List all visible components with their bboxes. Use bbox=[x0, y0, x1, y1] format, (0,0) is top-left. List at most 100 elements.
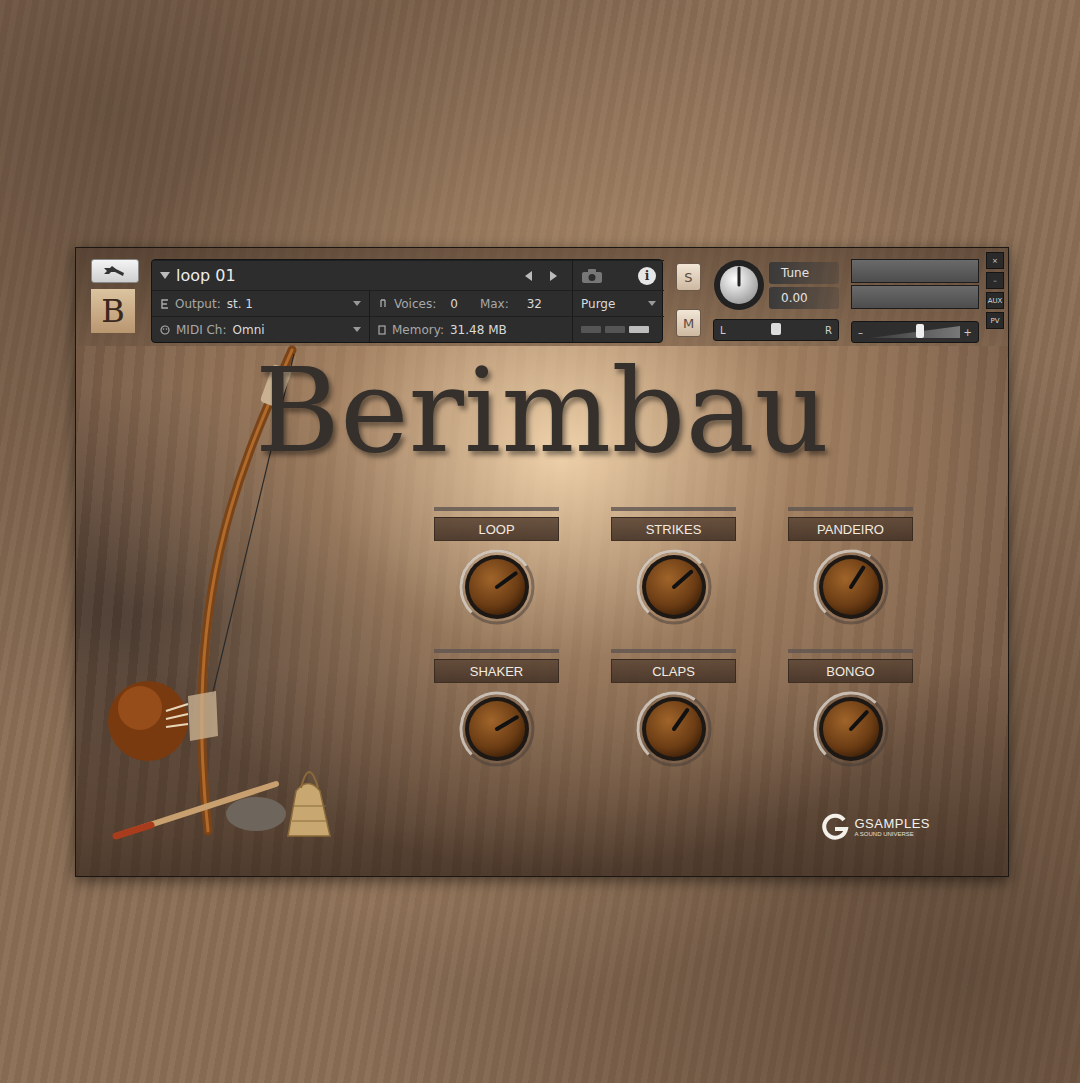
knob-ring bbox=[465, 555, 529, 619]
tune-label: Tune bbox=[769, 262, 839, 284]
dropdown-icon[interactable] bbox=[160, 272, 170, 280]
tune-section: Tune 0.00 LR bbox=[713, 259, 839, 341]
snapshot-info-row: i bbox=[572, 260, 664, 290]
volume-handle[interactable] bbox=[916, 324, 924, 338]
knob-pointer bbox=[674, 572, 691, 587]
knob-cap bbox=[823, 559, 879, 615]
knob-control: STRIKES bbox=[611, 507, 736, 627]
knob-cap bbox=[469, 559, 525, 615]
knob-control: BONGO bbox=[788, 649, 913, 769]
knob-ring bbox=[642, 555, 706, 619]
dropdown-icon bbox=[353, 327, 361, 333]
voices-field: Voices:0Max:32 bbox=[369, 290, 572, 316]
camera-icon[interactable] bbox=[581, 268, 603, 284]
voices-icon bbox=[378, 299, 388, 309]
knob-label: LOOP bbox=[434, 517, 559, 541]
knob-track bbox=[815, 551, 887, 623]
instrument-window: Bloop 01 i Output:st. 1Voices:0Max:32Purge… bbox=[75, 247, 1009, 877]
knob-ring bbox=[819, 555, 883, 619]
knob-top-bar bbox=[611, 649, 736, 653]
info-button[interactable]: i bbox=[638, 267, 656, 285]
knob-pointer bbox=[497, 718, 517, 730]
brand-name: GSAMPLES bbox=[854, 817, 930, 831]
mute-button[interactable]: M bbox=[676, 309, 701, 337]
brand-tagline: A SOUND UNIVERSE bbox=[854, 831, 930, 838]
tune-value[interactable]: 0.00 bbox=[769, 287, 839, 309]
knob-track bbox=[638, 551, 710, 623]
cpu-bar bbox=[581, 326, 601, 333]
instrument-panel: BerimbauLOOPSTRIKESPANDEIROSHAKERCLAPSBO… bbox=[76, 346, 1008, 876]
knob-control: SHAKER bbox=[434, 649, 559, 769]
memory-field: Memory:31.48 MB bbox=[369, 316, 572, 342]
knob-ring bbox=[465, 697, 529, 761]
side-button[interactable]: PV bbox=[986, 312, 1004, 329]
knob-label: STRIKES bbox=[611, 517, 736, 541]
knob[interactable] bbox=[457, 547, 537, 627]
dropdown-icon bbox=[648, 301, 656, 307]
midi-channel-field[interactable]: MIDI Ch:Omni bbox=[152, 316, 369, 342]
knob-top-bar bbox=[788, 507, 913, 511]
side-buttons: × – AUX PV bbox=[986, 252, 1004, 329]
knob-cap bbox=[823, 701, 879, 757]
pan-handle[interactable] bbox=[771, 323, 781, 335]
knob-control: LOOP bbox=[434, 507, 559, 627]
knob-track bbox=[638, 693, 710, 765]
cpu-bar bbox=[605, 326, 625, 333]
knob-cap bbox=[646, 559, 702, 615]
side-button[interactable]: – bbox=[986, 272, 1004, 289]
header-left: B bbox=[91, 259, 141, 333]
knob-pointer bbox=[851, 568, 863, 587]
knob[interactable] bbox=[811, 547, 891, 627]
midi-icon bbox=[160, 325, 170, 335]
instrument-name[interactable]: loop 01 bbox=[176, 266, 518, 285]
cpu-indicator bbox=[572, 316, 664, 342]
knob-label: CLAPS bbox=[611, 659, 736, 683]
output-icon bbox=[160, 299, 169, 309]
knob-top-bar bbox=[788, 649, 913, 653]
knob-top-bar bbox=[611, 507, 736, 511]
knob-control: PANDEIRO bbox=[788, 507, 913, 627]
level-meters: –+ bbox=[851, 259, 979, 343]
solo-button[interactable]: S bbox=[676, 263, 701, 291]
level-meter bbox=[851, 259, 979, 283]
knob-pointer bbox=[497, 574, 516, 588]
knob-track bbox=[815, 693, 887, 765]
knob-cap bbox=[469, 701, 525, 757]
knob-track bbox=[461, 693, 533, 765]
volume-slider[interactable]: –+ bbox=[851, 321, 979, 343]
knob[interactable] bbox=[457, 689, 537, 769]
memory-icon bbox=[378, 325, 386, 335]
solo-mute: SM bbox=[676, 259, 701, 337]
knob-top-bar bbox=[434, 649, 559, 653]
brand-logo: GSAMPLESA SOUND UNIVERSE bbox=[820, 812, 930, 842]
side-button[interactable]: AUX bbox=[986, 292, 1004, 309]
knob-top-bar bbox=[434, 507, 559, 511]
knob-cap bbox=[646, 701, 702, 757]
pan-slider[interactable]: LR bbox=[713, 319, 839, 341]
tune-knob[interactable] bbox=[713, 259, 765, 311]
knob[interactable] bbox=[811, 689, 891, 769]
knob-label: PANDEIRO bbox=[788, 517, 913, 541]
wrench-button[interactable] bbox=[91, 259, 139, 283]
previous-icon[interactable] bbox=[524, 271, 532, 281]
instrument-header: Bloop 01 i Output:st. 1Voices:0Max:32Purge… bbox=[76, 248, 1008, 346]
knob[interactable] bbox=[634, 689, 714, 769]
knob-grid: LOOP STRIKES PANDEIRO SHAKER CLAPS BONGO bbox=[434, 507, 913, 769]
knob-label: BONGO bbox=[788, 659, 913, 683]
gsamples-logo-icon bbox=[820, 812, 850, 842]
name-row[interactable]: loop 01 bbox=[152, 260, 572, 290]
output-field[interactable]: Output:st. 1 bbox=[152, 290, 369, 316]
purge-dropdown[interactable]: Purge bbox=[572, 290, 664, 316]
knob-label: SHAKER bbox=[434, 659, 559, 683]
knob-ring bbox=[819, 697, 883, 761]
next-icon[interactable] bbox=[550, 271, 558, 281]
instrument-logo: B bbox=[91, 289, 135, 333]
knob[interactable] bbox=[634, 547, 714, 627]
side-button[interactable]: × bbox=[986, 252, 1004, 269]
knob-ring bbox=[642, 697, 706, 761]
knob-control: CLAPS bbox=[611, 649, 736, 769]
knob-pointer bbox=[674, 710, 687, 729]
instrument-info: loop 01iOutput:st. 1Voices:0Max:32PurgeM… bbox=[151, 259, 663, 343]
cpu-bar bbox=[629, 326, 649, 333]
knob-pointer bbox=[851, 713, 867, 730]
